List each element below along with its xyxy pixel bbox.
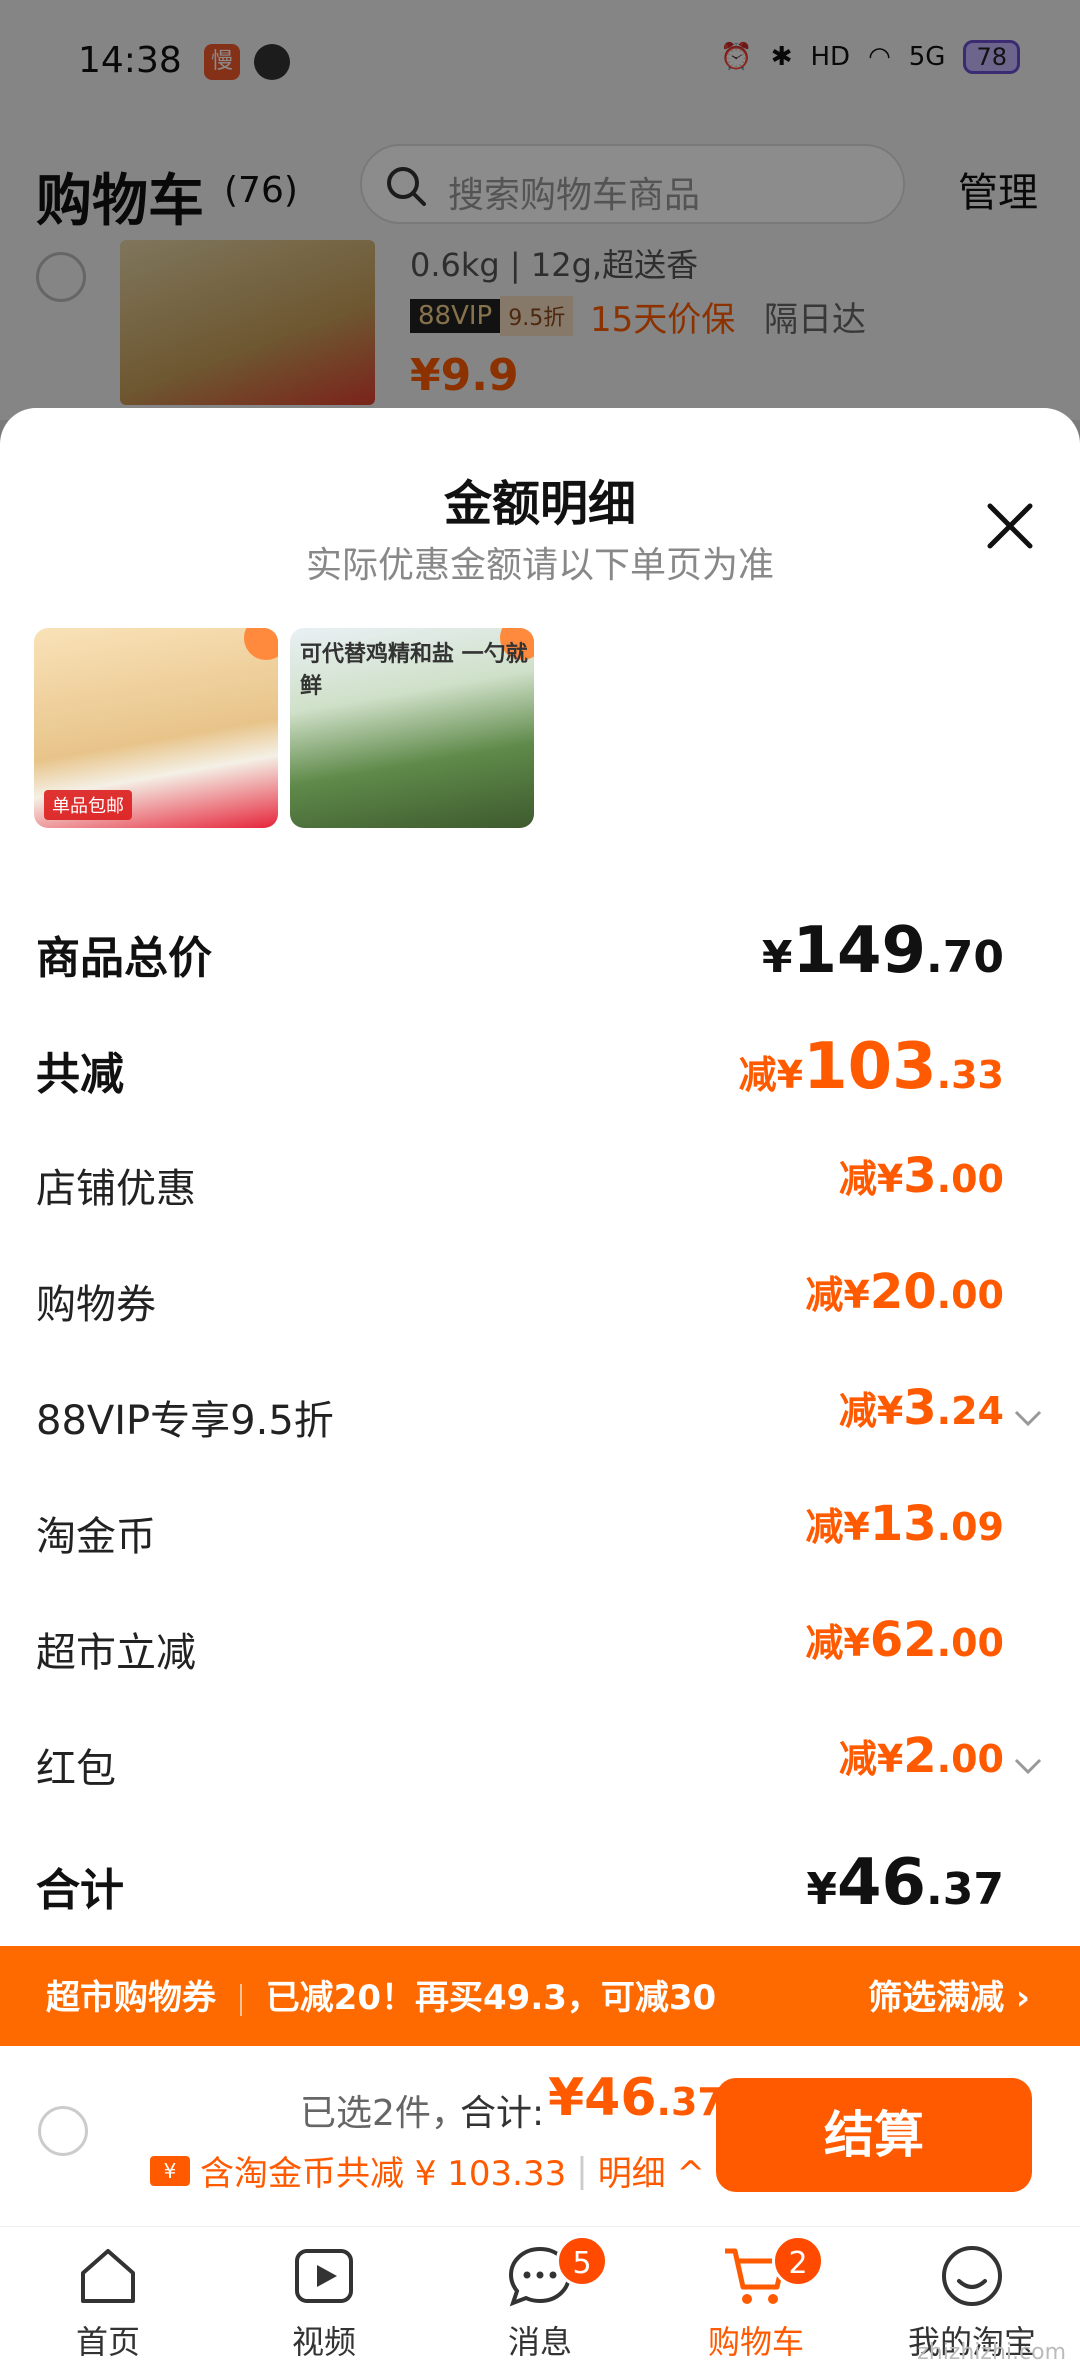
row-shopping-coupon: 购物券 减¥20.00 [36, 1258, 1004, 1338]
filter-discount-link[interactable]: 筛选满减 › [868, 1970, 1030, 2019]
chevron-down-icon[interactable] [1012, 1402, 1044, 1434]
row-value: 减¥20.00 [805, 1264, 1004, 1320]
cart-badge: 2 [772, 2235, 824, 2287]
promo-coupon-label: 超市购物券 [46, 1978, 216, 2018]
profile-icon [942, 2246, 1002, 2306]
thumb-label: 可代替鸡精和盐 一勺就鲜 [300, 642, 528, 699]
row-supermarket-discount: 超市立减 减¥62.00 [36, 1606, 1004, 1686]
sheet-title: 金额明细 [443, 476, 636, 532]
row-label: 淘金币 [36, 1514, 156, 1560]
tab-label: 首页 [75, 2323, 140, 2361]
selected-count: 已选2件， [300, 2093, 467, 2134]
row-red-packet[interactable]: 红包 减¥2.00 [36, 1722, 1042, 1802]
row-label: 共减 [36, 1049, 124, 1100]
checkout-button[interactable]: 结算 [716, 2078, 1032, 2192]
tab-cart[interactable]: 购物车 2 [676, 2235, 836, 2363]
tab-label: 视频 [291, 2323, 356, 2361]
row-label: 商品总价 [36, 933, 212, 984]
row-store-discount: 店铺优惠 减¥3.00 [36, 1142, 1004, 1222]
tab-messages[interactable]: 消息 5 [460, 2235, 620, 2363]
message-badge: 5 [556, 2235, 608, 2287]
video-icon [295, 2249, 353, 2303]
checkout-bar: 已选2件， 合计: ¥46.37 ¥ 含淘金币共减 ¥ 103.33 | 明细 … [0, 2046, 1080, 2226]
total-amount: ¥46.37 [548, 2068, 724, 2128]
tab-label: 购物车 [707, 2323, 804, 2361]
row-label: 购物券 [36, 1282, 156, 1328]
thumb-label: 单品包邮 [44, 790, 132, 820]
discount-detail[interactable]: ¥ 含淘金币共减 ¥ 103.33 | 明细 ^ [150, 2146, 705, 2195]
discount-summary: 含淘金币共减 ¥ 103.33 [200, 2154, 567, 2194]
row-value: 减¥3.00 [838, 1148, 1004, 1204]
row-value: 减¥2.00 [838, 1728, 1004, 1784]
row-subtotal: 商品总价 ¥149.70 [36, 908, 1004, 988]
promo-status: 已减20！再买49.3，可减30 [265, 1978, 717, 2018]
row-total-discount: 共减 减¥103.33 [36, 1024, 1004, 1104]
tab-home[interactable]: 首页 [28, 2241, 188, 2363]
select-all-checkbox[interactable] [38, 2106, 88, 2156]
row-label: 88VIP专享9.5折 [36, 1398, 334, 1444]
row-grand-total: 合计 ¥46.37 [36, 1840, 1004, 1920]
amount-detail-sheet: 金额明细 实际优惠金额请以下单页为准 单品包邮 可代替鸡精和盐 一勺就鲜 商品总… [0, 408, 1080, 1968]
promo-text: 超市购物券 已减20！再买49.3，可减30 [46, 1970, 716, 2019]
modal-overlay[interactable] [0, 0, 1080, 420]
row-taojinbi: 淘金币 减¥13.09 [36, 1490, 1004, 1570]
promo-bar[interactable]: 超市购物券 已减20！再买49.3，可减30 筛选满减 › [0, 1946, 1080, 2046]
discount-badge-icon [244, 628, 278, 660]
close-icon[interactable] [978, 494, 1042, 558]
watermark: zhizhizhi.com [917, 2340, 1066, 2365]
product-thumbnails: 单品包邮 可代替鸡精和盐 一勺就鲜 [34, 628, 534, 828]
row-value: 减¥3.24 [838, 1380, 1004, 1436]
tab-label: 消息 [507, 2323, 572, 2361]
sheet-subtitle: 实际优惠金额请以下单页为准 [305, 545, 774, 586]
chevron-down-icon[interactable] [1012, 1750, 1044, 1782]
row-value: 减¥62.00 [805, 1612, 1004, 1668]
row-label: 超市立减 [36, 1630, 196, 1676]
total-label: 合计: [460, 2093, 545, 2134]
product-thumb-seasoning[interactable]: 可代替鸡精和盐 一勺就鲜 [290, 628, 534, 828]
row-label: 合计 [36, 1865, 124, 1916]
tab-video[interactable]: 视频 [244, 2241, 404, 2363]
row-value: ¥149.70 [761, 914, 1004, 988]
row-value: 减¥13.09 [805, 1496, 1004, 1552]
product-thumb-tissue[interactable]: 单品包邮 [34, 628, 278, 828]
row-value: ¥46.37 [806, 1846, 1004, 1920]
row-label: 红包 [36, 1746, 116, 1792]
detail-toggle[interactable]: 明细 ^ [598, 2146, 705, 2195]
coupon-icon: ¥ [150, 2155, 190, 2186]
home-icon [81, 2249, 135, 2303]
row-vip-discount[interactable]: 88VIP专享9.5折 减¥3.24 [36, 1374, 1042, 1454]
row-label: 店铺优惠 [36, 1166, 196, 1212]
row-value: 减¥103.33 [738, 1030, 1004, 1104]
